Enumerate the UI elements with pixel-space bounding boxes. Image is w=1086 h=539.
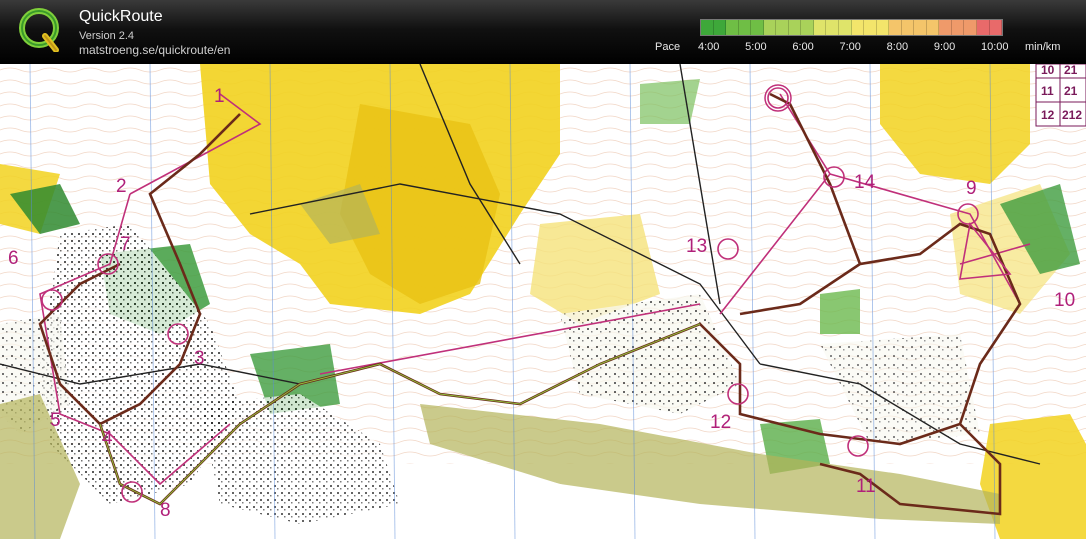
control-number-label: 7: [120, 234, 131, 255]
control-table-value: 21: [1064, 64, 1078, 77]
control-number-label: 13: [686, 236, 707, 257]
vegetation-area: [640, 79, 700, 124]
control-number-label: 3: [194, 348, 205, 369]
pace-scale-cell: [901, 20, 915, 35]
pace-scale-cell: [776, 20, 789, 35]
app-title: QuickRoute: [79, 8, 163, 25]
control-number-label: 9: [966, 178, 977, 199]
pace-scale-cell: [989, 20, 1003, 35]
pace-scale-cell: [964, 20, 978, 35]
pace-tick-label: 10:00: [981, 41, 1009, 53]
pace-scale-cell: [801, 20, 814, 35]
pace-scale-cell: [977, 20, 990, 35]
pace-tick-label: 8:00: [886, 41, 909, 53]
pace-tick-label: 9:00: [933, 41, 956, 53]
control-number-label: 2: [116, 176, 127, 197]
pace-scale-cell: [864, 20, 877, 35]
control-number-label: 5: [50, 410, 61, 431]
pace-scale-cell: [926, 20, 940, 35]
control-table-value: 21: [1064, 84, 1078, 98]
control-description-table: 10 21 11 21 12 212: [1035, 64, 1086, 127]
pace-tick-label: 4:00: [698, 41, 720, 53]
pace-scale-cell: [951, 20, 965, 35]
pace-scale-cell: [738, 20, 752, 35]
pace-tick-labels: 4:00 5:00 6:00 7:00 8:00 9:00 10:00: [0, 40, 1086, 54]
pace-scale-cell: [889, 20, 902, 35]
control-number-label: 6: [8, 248, 19, 269]
pace-scale-cell: [701, 20, 714, 35]
vegetation-area: [820, 289, 860, 334]
control-table-number: 10: [1041, 64, 1055, 77]
pace-color-scale: [700, 19, 1003, 36]
pace-tick-label: 7:00: [839, 41, 861, 53]
map-canvas[interactable]: 1 2 3 4 5 6 7 8 9 10 11 12 13 14 10 21 1…: [0, 64, 1086, 539]
pace-scale-cell: [839, 20, 852, 35]
pace-scale-cell: [813, 20, 827, 35]
control-number-label: 14: [854, 172, 876, 193]
app-header: QuickRoute Version 2.4 matstroeng.se/qui…: [0, 0, 1086, 64]
pace-scale-cell: [826, 20, 840, 35]
pace-scale-cell: [763, 20, 777, 35]
control-number-label: 10: [1054, 290, 1075, 311]
pace-scale-cell: [939, 20, 952, 35]
pace-scale-cell: [751, 20, 764, 35]
control-table-number: 12: [1041, 108, 1055, 122]
control-number-label: 12: [710, 412, 731, 433]
control-number-label: 8: [160, 500, 171, 521]
pace-scale-cell: [788, 20, 802, 35]
pace-scale-cell: [726, 20, 739, 35]
pace-scale-cell: [876, 20, 890, 35]
control-number-label: 11: [856, 476, 876, 497]
pace-tick-label: 6:00: [792, 41, 814, 53]
control-table-value: 212: [1062, 108, 1082, 122]
orienteering-map[interactable]: 1 2 3 4 5 6 7 8 9 10 11 12 13 14 10 21 1…: [0, 64, 1086, 539]
control-table-number: 11: [1041, 84, 1054, 98]
pace-unit: min/km: [1025, 41, 1061, 53]
pace-scale-cell: [851, 20, 865, 35]
pace-scale-cell: [713, 20, 727, 35]
pace-tick-label: 5:00: [745, 41, 767, 53]
control-number-label: 4: [102, 428, 113, 449]
control-number-label: 1: [214, 86, 225, 107]
pace-scale-cell: [914, 20, 927, 35]
